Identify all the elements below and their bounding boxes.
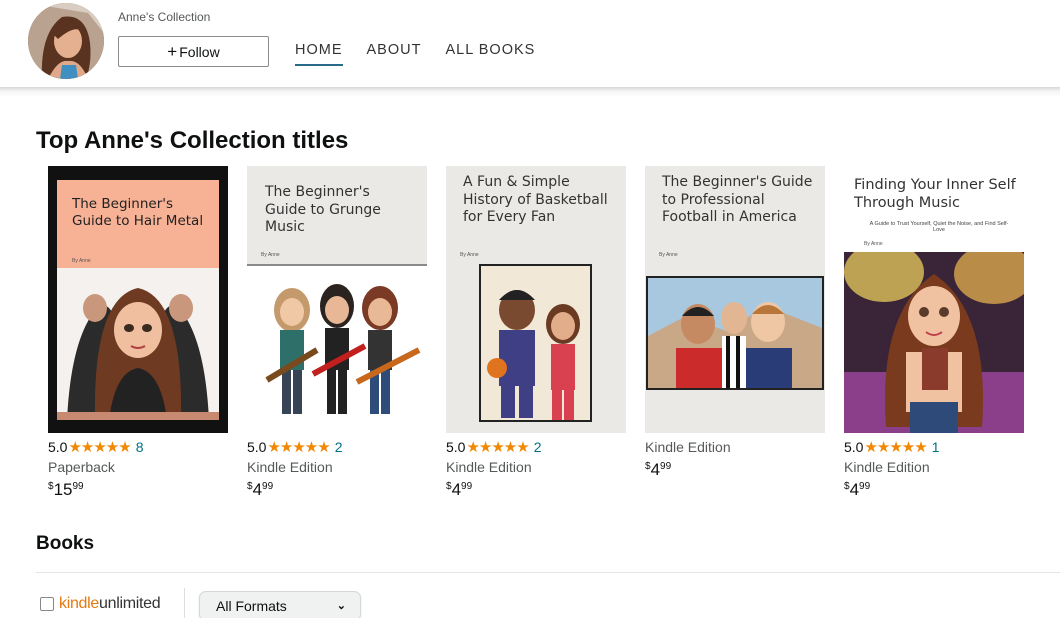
book-cover[interactable]: Finding Your Inner Self Through Music A …	[844, 166, 1024, 433]
book-cover[interactable]: A Fun & Simple History of Basketball for…	[446, 166, 626, 433]
cover-byline: By Anne	[864, 241, 883, 247]
cover-title: The Beginner's Guide to Professional Foo…	[662, 174, 813, 225]
book-card[interactable]: Finding Your Inner Self Through Music A …	[844, 166, 1024, 500]
price: $1599	[48, 480, 84, 499]
format-label[interactable]: Kindle Edition	[446, 459, 626, 475]
plus-icon: +	[167, 42, 178, 61]
rating-value: 5.0	[844, 439, 864, 455]
format-label[interactable]: Kindle Edition	[247, 459, 427, 475]
store-nav: HOME ABOUT ALL BOOKS	[295, 42, 535, 66]
store-header: Anne's Collection + Follow HOME ABOUT AL…	[0, 0, 1060, 90]
formats-selected: All Formats	[216, 598, 287, 614]
price: $499	[446, 480, 473, 499]
review-count-link[interactable]: 8	[136, 439, 144, 455]
rating-value: 5.0	[247, 439, 267, 455]
follow-label: Follow	[179, 43, 220, 60]
book-cover[interactable]: The Beginner's Guide to Hair Metal By An…	[48, 166, 228, 433]
review-count-link[interactable]: 2	[534, 439, 542, 455]
cover-byline: By Anne	[261, 252, 280, 258]
filter-separator	[184, 588, 185, 618]
brand-name[interactable]: Anne's Collection	[118, 10, 210, 24]
rating-row: 5.0 ★★★★★ 2	[446, 438, 626, 456]
rating-value: 5.0	[446, 439, 466, 455]
rating-row: 5.0 ★★★★★ 8	[48, 438, 228, 456]
price: $499	[645, 460, 672, 479]
tab-home[interactable]: HOME	[295, 42, 343, 66]
review-count-link[interactable]: 1	[932, 439, 940, 455]
header-divider	[0, 87, 1060, 97]
book-cover[interactable]: The Beginner's Guide to Grunge Music By …	[247, 166, 427, 433]
kindle-unlimited-checkbox[interactable]	[40, 597, 54, 611]
chevron-down-icon: ⌄	[336, 600, 346, 612]
price: $499	[247, 480, 274, 499]
star-rating-icon[interactable]: ★★★★★	[864, 438, 927, 456]
book-card[interactable]: A Fun & Simple History of Basketball for…	[446, 166, 626, 500]
cover-title: Finding Your Inner Self Through Music	[854, 177, 1016, 212]
book-card[interactable]: The Beginner's Guide to Grunge Music By …	[247, 166, 427, 500]
review-count-link[interactable]: 2	[335, 439, 343, 455]
book-card[interactable]: The Beginner's Guide to Hair Metal By An…	[48, 166, 228, 500]
price: $499	[844, 480, 871, 499]
kindle-unlimited-logo: kindleunlimited	[59, 595, 161, 612]
cover-subtitle: A Guide to Trust Yourself, Quiet the Noi…	[869, 221, 1009, 233]
format-label[interactable]: Paperback	[48, 459, 228, 475]
cover-byline: By Anne	[460, 252, 479, 258]
cover-title: The Beginner's Guide to Grunge Music	[265, 184, 381, 235]
star-rating-icon[interactable]: ★★★★★	[466, 438, 529, 456]
section-divider	[36, 572, 1060, 573]
kindle-unlimited-filter[interactable]: kindleunlimited	[40, 595, 161, 613]
book-cover[interactable]: The Beginner's Guide to Professional Foo…	[645, 166, 825, 433]
cover-title: The Beginner's Guide to Hair Metal	[72, 196, 204, 229]
books-heading: Books	[36, 533, 95, 554]
star-rating-icon[interactable]: ★★★★★	[68, 438, 131, 456]
formats-dropdown[interactable]: All Formats ⌄	[199, 591, 361, 618]
cover-byline: By Anne	[72, 258, 91, 264]
top-titles-heading: Top Anne's Collection titles	[36, 127, 349, 154]
tab-about[interactable]: ABOUT	[367, 42, 422, 66]
cover-byline: By Anne	[659, 252, 678, 258]
format-label[interactable]: Kindle Edition	[844, 459, 1024, 475]
rating-value: 5.0	[48, 439, 68, 455]
author-avatar[interactable]	[28, 3, 104, 79]
cover-title: A Fun & Simple History of Basketball for…	[463, 174, 608, 225]
rating-row: 5.0 ★★★★★ 2	[247, 438, 427, 456]
follow-button[interactable]: + Follow	[118, 36, 269, 67]
star-rating-icon[interactable]: ★★★★★	[267, 438, 330, 456]
format-label[interactable]: Kindle Edition	[645, 439, 825, 455]
book-card[interactable]: The Beginner's Guide to Professional Foo…	[645, 166, 825, 480]
rating-row: 5.0 ★★★★★ 1	[844, 438, 1024, 456]
tab-all-books[interactable]: ALL BOOKS	[445, 42, 535, 66]
